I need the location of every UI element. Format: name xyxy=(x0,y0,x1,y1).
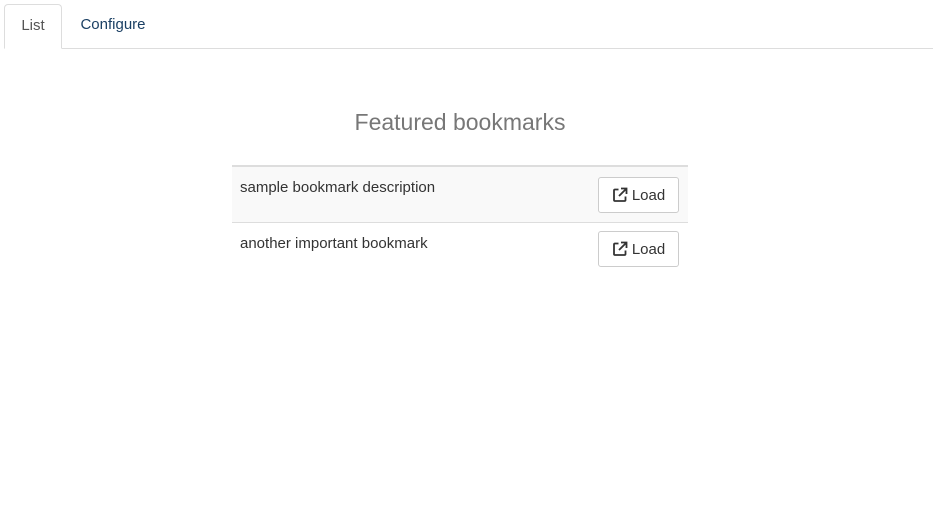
page-title: Featured bookmarks xyxy=(354,109,566,135)
table-row: another important bookmark Load xyxy=(232,223,688,277)
bookmark-description: sample bookmark description xyxy=(240,179,436,196)
tab-bar: List Configure xyxy=(4,4,933,49)
table-row: sample bookmark description Load xyxy=(232,167,688,223)
external-link-icon xyxy=(612,241,628,257)
tab-configure[interactable]: Configure xyxy=(62,4,164,48)
external-link-icon xyxy=(612,187,628,203)
load-button[interactable]: Load xyxy=(598,231,679,267)
bookmark-description: another important bookmark xyxy=(240,235,428,252)
tab-list[interactable]: List xyxy=(4,4,62,49)
bookmarks-table: sample bookmark description Load another… xyxy=(232,165,688,277)
page: List Configure Featured bookmarks sample… xyxy=(0,0,941,529)
load-button-label: Load xyxy=(631,240,666,258)
load-button[interactable]: Load xyxy=(598,177,679,213)
load-button-label: Load xyxy=(631,186,666,204)
